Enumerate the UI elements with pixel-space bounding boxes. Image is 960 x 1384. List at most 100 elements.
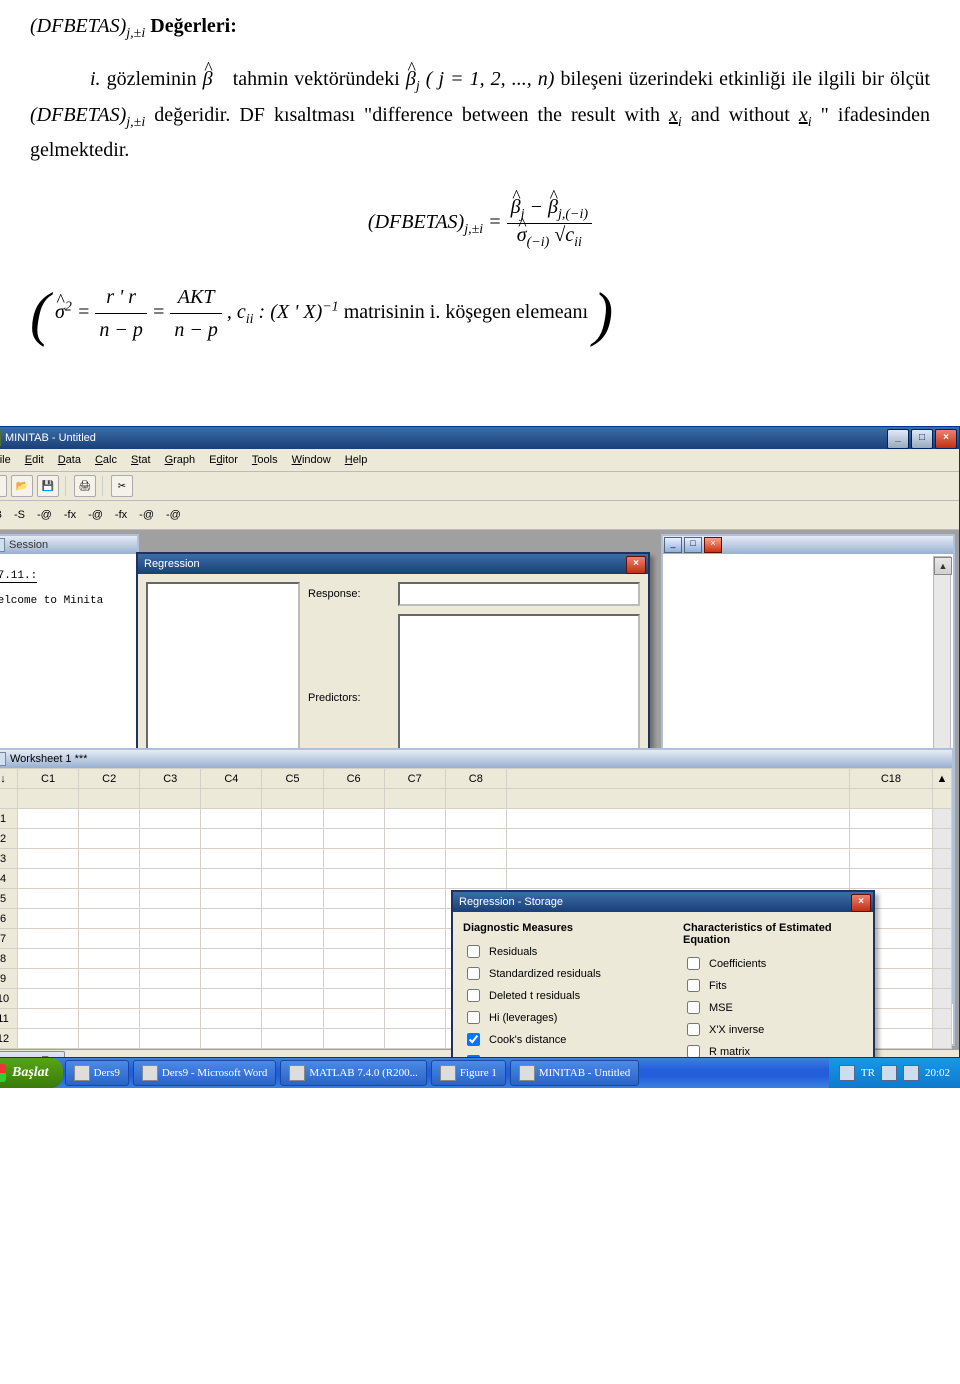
tb-new-icon[interactable]: 🗋 xyxy=(0,475,7,497)
ws-cell[interactable] xyxy=(79,1029,140,1049)
ws-cell[interactable] xyxy=(384,909,445,929)
ws-row-header[interactable]: 11 xyxy=(0,1009,18,1029)
right-close-icon[interactable]: × xyxy=(704,537,722,553)
ws-cell[interactable] xyxy=(849,869,932,889)
ws-row-header[interactable]: 3 xyxy=(0,849,18,869)
storage-checkbox[interactable] xyxy=(467,1011,480,1024)
ws-cell[interactable] xyxy=(79,929,140,949)
ws-cell[interactable] xyxy=(262,869,323,889)
storage-checkbox[interactable] xyxy=(687,1001,700,1014)
ws-cell[interactable] xyxy=(323,829,384,849)
tb-cut-icon[interactable]: ✂ xyxy=(111,475,133,497)
ws-scroll-track[interactable] xyxy=(933,869,952,889)
ws-cell[interactable] xyxy=(323,869,384,889)
ws-cell[interactable] xyxy=(201,829,262,849)
ws-cell[interactable] xyxy=(140,889,201,909)
storage-option[interactable]: X'X inverse xyxy=(683,1020,863,1039)
taskbar-item[interactable]: Figure 1 xyxy=(431,1060,506,1086)
storage-checkbox[interactable] xyxy=(467,945,480,958)
storage-option[interactable]: Cook's distance xyxy=(463,1030,643,1049)
ws-cell[interactable] xyxy=(384,809,445,829)
ws-scroll-track[interactable] xyxy=(933,969,952,989)
ws-cell[interactable] xyxy=(384,849,445,869)
ws-cell[interactable] xyxy=(201,809,262,829)
ws-cell[interactable] xyxy=(201,1029,262,1049)
ws-cell[interactable] xyxy=(140,869,201,889)
ws-cell[interactable] xyxy=(18,989,79,1009)
storage-option[interactable]: R matrix xyxy=(683,1042,863,1058)
ws-col-header[interactable]: C2 xyxy=(79,769,140,789)
ws-cell[interactable] xyxy=(384,929,445,949)
ws-cell[interactable] xyxy=(18,949,79,969)
ws-cell[interactable] xyxy=(384,989,445,1009)
ws-cell[interactable] xyxy=(262,929,323,949)
ws-cell[interactable] xyxy=(79,809,140,829)
ws-col-header[interactable]: C6 xyxy=(323,769,384,789)
menu-stat[interactable]: Stat xyxy=(125,453,157,467)
ws-cell[interactable] xyxy=(18,1029,79,1049)
min-button[interactable]: _ xyxy=(887,429,909,449)
ws-cell[interactable] xyxy=(140,929,201,949)
ws-cell[interactable] xyxy=(384,969,445,989)
table-row[interactable]: 2 xyxy=(0,829,952,849)
taskbar-item[interactable]: Ders9 - Microsoft Word xyxy=(133,1060,277,1086)
storage-option[interactable]: MSE xyxy=(683,998,863,1017)
tray-icon[interactable] xyxy=(839,1065,855,1081)
ws-cell[interactable] xyxy=(262,809,323,829)
ws-cell[interactable] xyxy=(323,1009,384,1029)
ws-scroll-track[interactable] xyxy=(933,1029,952,1049)
ws-row-header[interactable]: 1 xyxy=(0,809,18,829)
tray-icon[interactable] xyxy=(903,1065,919,1081)
ws-col-header[interactable]: C4 xyxy=(201,769,262,789)
ws-cell[interactable] xyxy=(140,949,201,969)
ws-scroll-track[interactable] xyxy=(933,889,952,909)
ws-cell[interactable] xyxy=(18,889,79,909)
tb2-item[interactable]: -@ xyxy=(86,509,105,521)
ws-cell[interactable] xyxy=(79,1009,140,1029)
storage-option[interactable]: Deleted t residuals xyxy=(463,986,643,1005)
project-restore-icon[interactable]: 🗗 xyxy=(38,1056,48,1059)
right-pane-titlebar[interactable]: _ □ × xyxy=(663,536,953,554)
ws-row-header[interactable]: 12 xyxy=(0,1029,18,1049)
ws-cell[interactable] xyxy=(323,1029,384,1049)
ws-cell[interactable] xyxy=(140,969,201,989)
ws-cell[interactable] xyxy=(262,829,323,849)
storage-option[interactable]: Fits xyxy=(683,976,863,995)
storage-checkbox[interactable] xyxy=(467,1033,480,1046)
project-button[interactable]: Project... 🗗 × xyxy=(0,1051,65,1059)
ws-cell[interactable] xyxy=(201,929,262,949)
titlebar[interactable]: MINITAB - Untitled _ □ × xyxy=(0,427,959,449)
tb2-item[interactable]: -@ xyxy=(35,509,54,521)
ws-cell[interactable] xyxy=(384,829,445,849)
ws-row-header[interactable]: 4 xyxy=(0,869,18,889)
ws-cell[interactable] xyxy=(323,809,384,829)
ws-cell[interactable] xyxy=(140,809,201,829)
ws-cell[interactable] xyxy=(201,989,262,1009)
ws-scroll-track[interactable] xyxy=(933,909,952,929)
ws-cell[interactable] xyxy=(79,849,140,869)
menu-data[interactable]: Data xyxy=(52,453,87,467)
ws-cell[interactable] xyxy=(140,989,201,1009)
ws-cell[interactable] xyxy=(384,889,445,909)
ws-cell[interactable] xyxy=(18,929,79,949)
tray-icon[interactable] xyxy=(881,1065,897,1081)
storage-option[interactable]: Residuals xyxy=(463,942,643,961)
tb-save-icon[interactable]: 💾 xyxy=(37,475,59,497)
ws-cell[interactable] xyxy=(384,1029,445,1049)
tb-print-icon[interactable]: 🖨 xyxy=(74,475,96,497)
ws-cell[interactable] xyxy=(79,989,140,1009)
ws-scroll-track[interactable] xyxy=(933,949,952,969)
ws-cell[interactable] xyxy=(140,829,201,849)
ws-cell[interactable] xyxy=(79,869,140,889)
taskbar-item[interactable]: Ders9 xyxy=(65,1060,129,1086)
ws-corner-arrow-icon[interactable]: ↓ xyxy=(0,769,18,789)
ws-cell[interactable] xyxy=(18,809,79,829)
storage-checkbox[interactable] xyxy=(467,967,480,980)
ws-scroll-track[interactable] xyxy=(933,809,952,829)
ws-cell[interactable] xyxy=(201,869,262,889)
storage-option[interactable]: Hi (leverages) xyxy=(463,1008,643,1027)
ws-scroll-track[interactable] xyxy=(933,829,952,849)
ws-row-header[interactable]: 5 xyxy=(0,889,18,909)
ws-cell[interactable] xyxy=(384,949,445,969)
ws-col-header[interactable]: C1 xyxy=(18,769,79,789)
